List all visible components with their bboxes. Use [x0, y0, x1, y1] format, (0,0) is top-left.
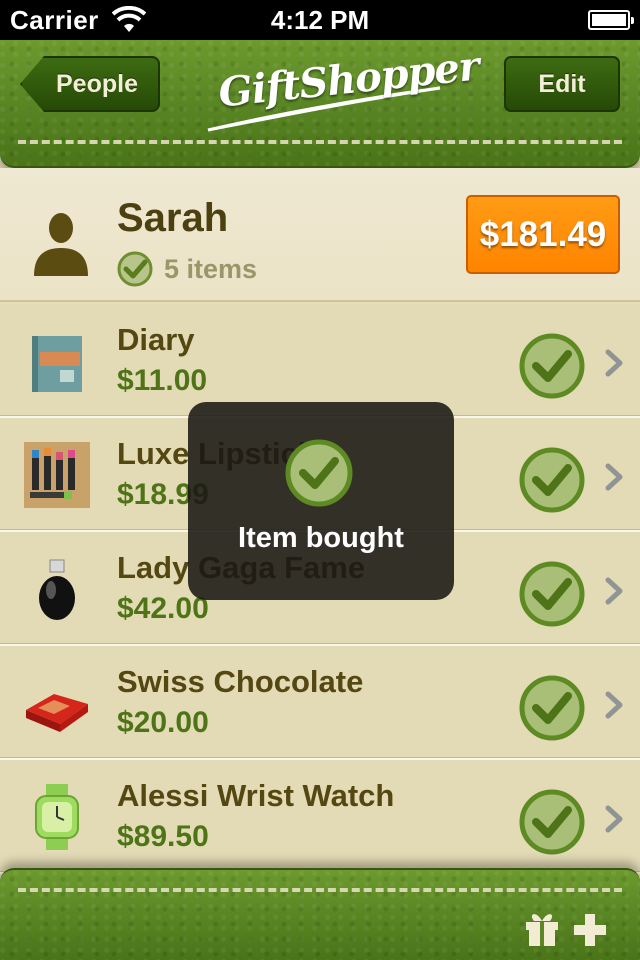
item-name: Swiss Chocolate: [117, 664, 364, 699]
gift-icon[interactable]: [522, 908, 562, 948]
item-price: $42.00: [117, 592, 209, 625]
person-name: Sarah: [117, 196, 229, 240]
stitch-divider: [18, 140, 622, 144]
item-name: Diary: [117, 322, 195, 357]
watch-thumbnail: [35, 784, 79, 850]
clock: 4:12 PM: [270, 5, 370, 35]
status-bar: Carrier 4:12 PM: [0, 0, 640, 40]
item-price: $11.00: [117, 364, 208, 397]
item-price: $89.50: [117, 820, 209, 853]
check-circle-icon: [117, 251, 153, 287]
bought-check-icon[interactable]: [518, 560, 586, 628]
list-item[interactable]: Swiss Chocolate $20.00: [0, 646, 640, 760]
item-name: Alessi Wrist Watch: [117, 778, 395, 813]
item-bought-hud: Item bought: [188, 402, 454, 600]
check-circle-icon: [285, 439, 353, 507]
chevron-right-icon: [605, 805, 623, 833]
person-summary: Sarah 5 items $181.49: [0, 168, 640, 302]
diary-thumbnail: [32, 336, 82, 392]
battery-icon: [588, 10, 634, 30]
hud-message: Item bought: [238, 522, 404, 554]
perfume-thumbnail: [39, 559, 75, 620]
list-item[interactable]: Diary $11.00: [0, 304, 640, 418]
stitch-divider: [18, 888, 622, 892]
chevron-right-icon: [605, 349, 623, 377]
app-logo: GiftShopper: [200, 42, 481, 138]
item-count: 5 items: [164, 254, 258, 284]
bought-check-icon[interactable]: [518, 674, 586, 742]
back-button-people[interactable]: People: [20, 56, 160, 112]
item-price: $20.00: [117, 706, 209, 739]
chevron-right-icon: [605, 577, 623, 605]
chocolate-box-thumbnail: [26, 694, 88, 732]
lipstick-thumbnail: [24, 442, 90, 508]
bought-check-icon[interactable]: [518, 788, 586, 856]
bought-check-icon[interactable]: [518, 332, 586, 400]
add-icon[interactable]: [572, 912, 608, 948]
chevron-right-icon: [605, 691, 623, 719]
total-price-badge: $181.49: [466, 195, 620, 274]
list-item[interactable]: Alessi Wrist Watch $89.50: [0, 760, 640, 874]
navigation-bar: People GiftShopper Edit: [0, 40, 640, 168]
person-silhouette-icon: [34, 213, 88, 276]
bought-check-icon[interactable]: [518, 446, 586, 514]
chevron-right-icon: [605, 463, 623, 491]
edit-button[interactable]: Edit: [504, 56, 620, 112]
bottom-toolbar: [0, 868, 640, 960]
